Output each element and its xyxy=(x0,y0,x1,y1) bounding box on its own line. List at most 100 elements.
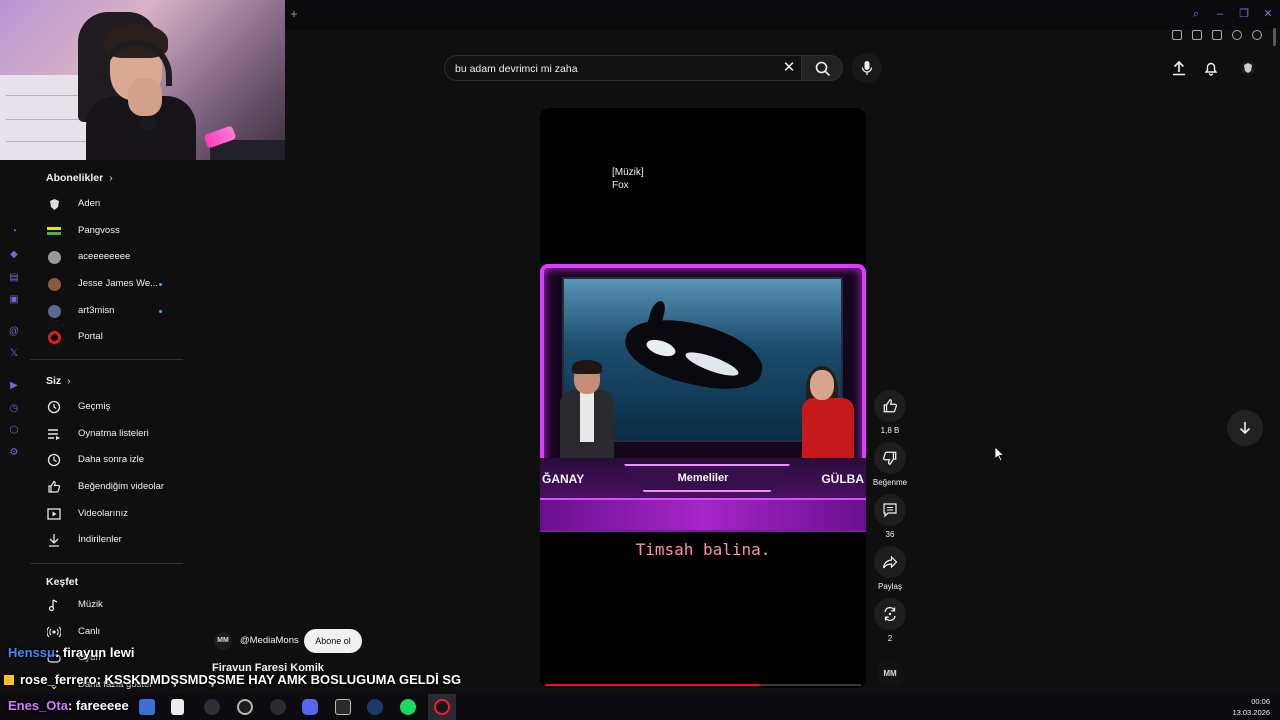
upload-icon[interactable] xyxy=(1171,60,1187,76)
window-controls: ⌕ – ❐ ✕ xyxy=(1190,8,1274,20)
chat-text: : KSSKDMDŞSMDŞSME HAY AMK BOSLUGUMA GELD… xyxy=(96,672,462,687)
pinboard-icon[interactable]: ⬡ xyxy=(8,425,20,437)
sidebar-item-pangvoss[interactable]: Pangvoss xyxy=(30,218,185,244)
jesse-avatar xyxy=(47,277,61,291)
chat-text: : firayun lewi xyxy=(54,645,135,660)
sidebar-item-watch-later[interactable]: Daha sonra izle xyxy=(30,447,185,473)
chevron-right-icon: › xyxy=(67,375,71,387)
sidebar-item-playlists[interactable]: Oynatma listeleri xyxy=(30,421,185,447)
sidebar-item-aceeeeeeee[interactable]: aceeeeeeee xyxy=(30,244,185,270)
toolbar-scrollbar[interactable] xyxy=(1273,28,1276,46)
video-progress-fill xyxy=(545,684,760,686)
sidebar-divider xyxy=(30,359,183,360)
messenger-icon[interactable]: ▣ xyxy=(8,294,20,306)
playlist-icon xyxy=(47,427,61,441)
sidebar-item-music[interactable]: Müzik xyxy=(30,592,185,618)
minimize-icon[interactable]: – xyxy=(1214,8,1226,20)
next-short-button[interactable] xyxy=(1227,410,1263,446)
search-input[interactable]: bu adam devrimci mi zaha ✕ xyxy=(444,55,801,81)
sidebar-item-jesse-james[interactable]: Jesse James We... xyxy=(30,271,185,297)
opera-gx-icon[interactable] xyxy=(434,699,450,715)
restore-icon[interactable]: ❐ xyxy=(1238,8,1250,20)
subscriptions-title[interactable]: Abonelikler › xyxy=(46,172,113,184)
closed-captions: [Müzik] Fox xyxy=(612,167,644,191)
system-clock[interactable]: 00:06 13.03.2026 xyxy=(1232,696,1270,718)
sidebar-item-art3misn[interactable]: art3misn xyxy=(30,298,185,324)
search-icon xyxy=(815,61,831,77)
epic-games-icon[interactable] xyxy=(335,699,351,715)
remix-button[interactable] xyxy=(874,598,906,630)
shield-extension-icon[interactable] xyxy=(1212,30,1222,40)
settings-strip-icon[interactable]: ⚙ xyxy=(8,447,20,459)
sidebar-item-aden[interactable]: Aden xyxy=(30,191,185,217)
pangvoss-avatar xyxy=(47,224,61,238)
heart-extension-icon[interactable] xyxy=(1252,30,1262,40)
download-icon xyxy=(47,533,61,547)
music-icon xyxy=(47,598,61,612)
comments-button[interactable] xyxy=(874,494,906,526)
wallet-icon[interactable]: ▤ xyxy=(8,272,20,284)
voice-search-button[interactable] xyxy=(852,53,882,83)
streamer-webcam xyxy=(0,0,285,160)
account-avatar[interactable] xyxy=(1240,60,1256,76)
new-tab-icon[interactable]: + xyxy=(288,8,300,20)
comment-icon xyxy=(883,503,897,518)
speed-dial-icon[interactable]: ◔ xyxy=(8,226,20,238)
file-icon[interactable] xyxy=(171,699,184,715)
microphone-icon xyxy=(861,61,873,75)
sidebar-item-live[interactable]: Canlı xyxy=(30,619,185,645)
webcam-watch xyxy=(140,118,156,130)
steam-icon[interactable] xyxy=(367,699,383,715)
discord-icon[interactable] xyxy=(302,699,318,715)
windows-taskbar: 00:06 13.03.2026 xyxy=(0,694,1280,720)
clock-date: 13.03.2026 xyxy=(1232,708,1270,717)
shorts-video-player[interactable]: [Müzik] Fox ĞANAY Memeliler GÜLBA Timsah… xyxy=(540,108,866,688)
you-section-title[interactable]: Siz › xyxy=(46,375,71,387)
obs-icon[interactable] xyxy=(237,699,253,715)
search-button[interactable] xyxy=(801,55,843,81)
channel-handle[interactable]: @MediaMons xyxy=(240,635,299,646)
game-show-podium: ĞANAY Memeliler GÜLBA xyxy=(540,458,866,532)
dislike-button[interactable] xyxy=(874,442,906,474)
close-window-icon[interactable]: ✕ xyxy=(1262,8,1274,20)
category-name: Memeliler xyxy=(677,472,729,484)
browser-search-icon[interactable]: ⌕ xyxy=(1190,8,1202,20)
x-twitter-icon[interactable]: 𝕏 xyxy=(8,348,20,360)
sidebar-item-portal[interactable]: Portal xyxy=(30,324,185,350)
sidebar-item-history[interactable]: Geçmiş xyxy=(30,394,185,420)
sound-thumbnail[interactable]: MM xyxy=(878,662,902,686)
thumbs-down-icon xyxy=(882,451,897,465)
sidebar-item-downloads[interactable]: İndirilenler xyxy=(30,527,185,553)
desktop-app-icon[interactable] xyxy=(139,699,155,715)
pin-extension-icon[interactable] xyxy=(1172,30,1182,40)
play-extension-icon[interactable] xyxy=(1232,30,1242,40)
unity-icon[interactable] xyxy=(204,699,220,715)
aden-avatar xyxy=(47,197,61,211)
video-frame: ĞANAY Memeliler GÜLBA xyxy=(540,264,866,532)
clear-search-icon[interactable]: ✕ xyxy=(781,60,797,76)
channel-avatar[interactable]: MM xyxy=(214,632,232,650)
subscribe-button[interactable]: Abone ol xyxy=(304,629,362,653)
mouse-cursor-icon xyxy=(995,447,1005,462)
podium-glow-bar xyxy=(540,498,866,530)
share-button[interactable] xyxy=(874,546,906,578)
chevron-right-icon: › xyxy=(109,172,113,184)
history-strip-icon[interactable]: ◷ xyxy=(8,403,20,415)
sidebar-divider xyxy=(30,563,183,564)
player-icon[interactable]: ▶ xyxy=(8,380,20,392)
clock-time: 00:06 xyxy=(1251,697,1270,706)
git-icon[interactable] xyxy=(270,699,286,715)
video-progress-bar[interactable] xyxy=(545,684,861,686)
capture-extension-icon[interactable] xyxy=(1192,30,1202,40)
sidebar-item-your-videos[interactable]: Videolarınız xyxy=(30,501,185,527)
like-button[interactable] xyxy=(874,390,906,422)
extension-bar xyxy=(1172,30,1262,40)
comment-count: 36 xyxy=(885,530,895,539)
ai-icon[interactable]: ◆ xyxy=(8,249,20,261)
sidebar-item-liked-videos[interactable]: Beğendiğim videolar xyxy=(30,474,185,500)
notifications-bell-icon[interactable] xyxy=(1203,60,1219,76)
spotify-icon[interactable] xyxy=(400,699,416,715)
history-icon xyxy=(47,400,61,414)
threads-icon[interactable]: @ xyxy=(8,326,20,338)
dislike-label: Beğenme xyxy=(872,478,908,487)
